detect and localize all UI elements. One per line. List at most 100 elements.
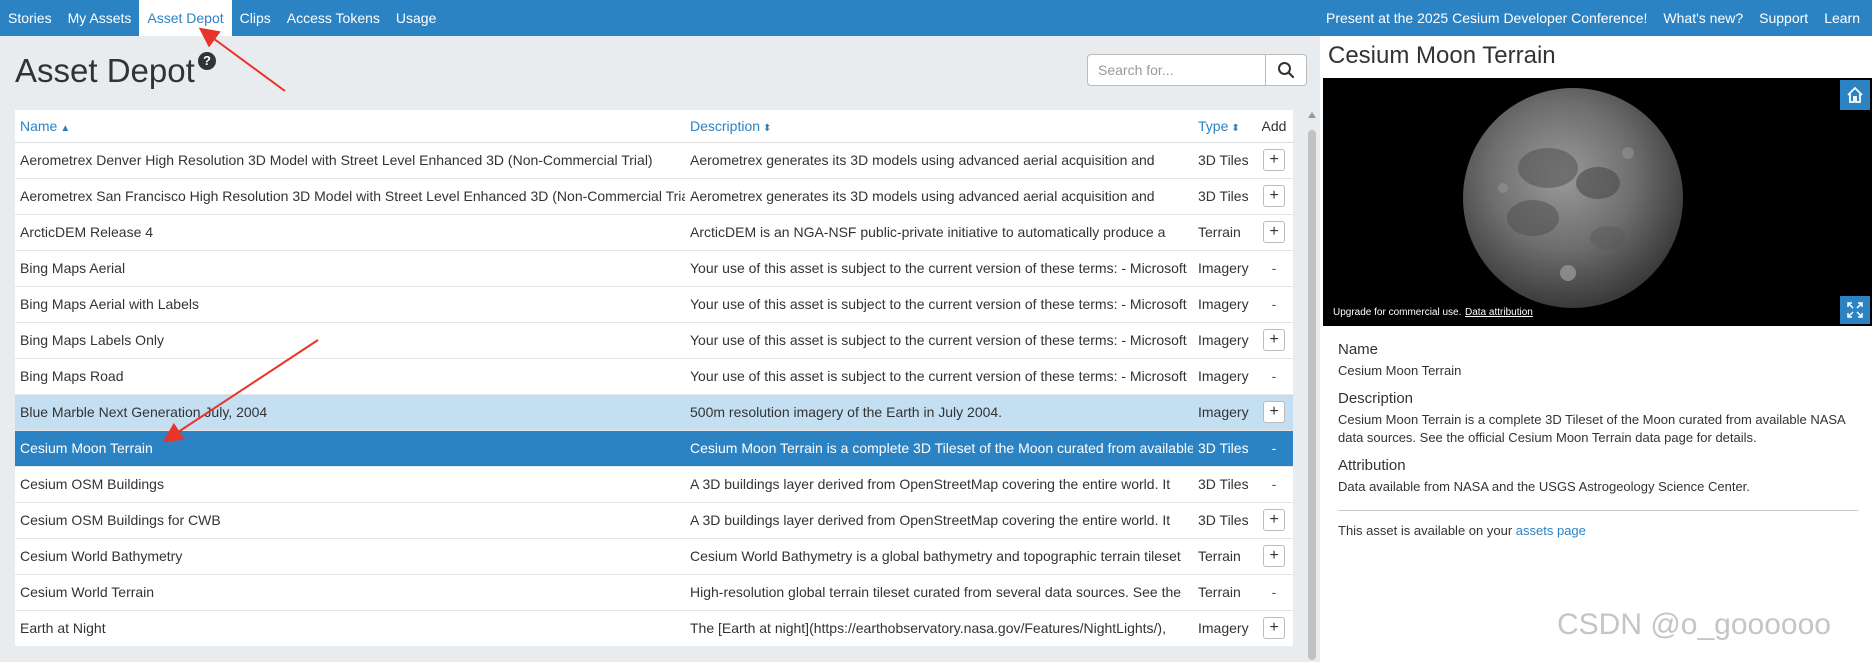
asset-description-cell: Aerometrex generates its 3D models using…: [685, 177, 1193, 214]
table-row[interactable]: ArcticDEM Release 4 ArcticDEM is an NGA-N…: [15, 213, 1293, 250]
asset-add-cell: +: [1255, 393, 1293, 430]
top-nav: Stories My Assets Asset Depot Clips Acce…: [0, 0, 1872, 36]
already-added-indicator: -: [1271, 440, 1277, 456]
table-row[interactable]: Aerometrex Denver High Resolution 3D Mod…: [15, 141, 1293, 178]
table-row[interactable]: Cesium OSM Buildings for CWB A 3D buildin…: [15, 501, 1293, 538]
asset-detail-pane: Cesium Moon Terrain Upgrade for commerci…: [1320, 36, 1872, 662]
asset-description-cell: High-resolution global terrain tileset c…: [685, 573, 1193, 610]
table-scrollbar[interactable]: [1306, 112, 1318, 662]
already-added-indicator: -: [1271, 296, 1277, 312]
description-value: Cesium Moon Terrain is a complete 3D Til…: [1338, 412, 1845, 445]
table-row[interactable]: Cesium World Terrain High-resolution glob…: [15, 573, 1293, 610]
search-button[interactable]: [1265, 54, 1307, 86]
table-row[interactable]: Bing Maps Aerial with Labels Your use of …: [15, 285, 1293, 322]
add-asset-button[interactable]: +: [1263, 221, 1285, 243]
asset-type-cell: Imagery: [1193, 357, 1255, 394]
column-header-type[interactable]: Type ⬍: [1193, 110, 1255, 143]
table-row[interactable]: Cesium Moon Terrain Cesium Moon Terrain i…: [15, 429, 1293, 466]
watermark: CSDN @o_goooooo: [1557, 608, 1831, 641]
nav-my-assets[interactable]: My Assets: [60, 0, 140, 36]
asset-description-cell: Cesium Moon Terrain is a complete 3D Til…: [685, 429, 1193, 466]
fullscreen-icon: [1847, 302, 1863, 318]
nav-clips[interactable]: Clips: [232, 0, 279, 36]
attribution-label: Attribution: [1338, 457, 1406, 474]
nav-usage[interactable]: Usage: [388, 0, 444, 36]
scroll-up-arrow-icon[interactable]: [1308, 112, 1316, 118]
add-asset-button[interactable]: +: [1263, 617, 1285, 640]
asset-type-cell: Imagery: [1193, 321, 1255, 358]
fullscreen-button[interactable]: [1840, 296, 1870, 324]
nav-asset-depot[interactable]: Asset Depot: [139, 0, 232, 36]
column-header-description[interactable]: Description ⬍: [685, 110, 1193, 143]
assets-page-link[interactable]: assets page: [1516, 523, 1586, 538]
availability-prefix: This asset is available on your: [1338, 523, 1513, 538]
asset-add-cell: +: [1255, 321, 1293, 358]
column-header-name[interactable]: Name ▲: [15, 110, 685, 143]
column-header-description-label: Description: [690, 117, 761, 134]
asset-add-cell: -: [1255, 357, 1293, 394]
nav-stories[interactable]: Stories: [0, 0, 60, 36]
asset-name-cell: Bing Maps Road: [15, 357, 685, 394]
nav-support[interactable]: Support: [1751, 0, 1816, 36]
asset-name-cell: Blue Marble Next Generation July, 2004: [15, 393, 685, 430]
asset-type-cell: Imagery: [1193, 285, 1255, 322]
table-row[interactable]: Bing Maps Aerial Your use of this asset i…: [15, 249, 1293, 286]
asset-description-cell: Your use of this asset is subject to the…: [685, 249, 1193, 286]
nav-conference-link[interactable]: Present at the 2025 Cesium Developer Con…: [1318, 0, 1655, 36]
add-asset-button[interactable]: +: [1263, 329, 1285, 351]
asset-type-cell: Imagery: [1193, 609, 1255, 646]
table-row[interactable]: Cesium OSM Buildings A 3D buildings layer…: [15, 465, 1293, 502]
sort-ascending-icon: ▲: [60, 122, 71, 134]
nav-access-tokens[interactable]: Access Tokens: [279, 0, 388, 36]
asset-add-cell: +: [1255, 501, 1293, 538]
table-row[interactable]: Bing Maps Labels Only Your use of this as…: [15, 321, 1293, 358]
asset-description-cell: Your use of this asset is subject to the…: [685, 285, 1193, 322]
asset-add-cell: +: [1255, 141, 1293, 178]
moon-preview-viewer[interactable]: Upgrade for commercial use. Data attribu…: [1323, 78, 1872, 326]
asset-add-cell: +: [1255, 609, 1293, 646]
asset-type-cell: 3D Tiles: [1193, 429, 1255, 466]
nav-learn[interactable]: Learn: [1816, 0, 1868, 36]
asset-name-cell: Bing Maps Aerial: [15, 249, 685, 286]
search-box: [1087, 54, 1307, 86]
asset-type-cell: Terrain: [1193, 573, 1255, 610]
search-input[interactable]: [1087, 54, 1265, 86]
data-attribution-link[interactable]: Data attribution: [1465, 307, 1533, 318]
table-row[interactable]: Blue Marble Next Generation July, 2004 50…: [15, 393, 1293, 430]
add-asset-button[interactable]: +: [1263, 401, 1285, 423]
asset-description-cell: A 3D buildings layer derived from OpenSt…: [685, 465, 1193, 502]
asset-name-cell: Cesium Moon Terrain: [15, 429, 685, 466]
add-asset-button[interactable]: +: [1263, 149, 1285, 171]
add-asset-button[interactable]: +: [1263, 545, 1285, 567]
attribution-value: Data available from NASA and the USGS As…: [1338, 479, 1750, 494]
asset-name-cell: Bing Maps Aerial with Labels: [15, 285, 685, 322]
asset-add-cell: -: [1255, 465, 1293, 502]
nav-right: Present at the 2025 Cesium Developer Con…: [1318, 0, 1872, 36]
table-row[interactable]: Earth at Night The [Earth at night](https…: [15, 609, 1293, 646]
add-asset-button[interactable]: +: [1263, 509, 1285, 531]
asset-name-cell: Cesium World Terrain: [15, 573, 685, 610]
home-view-button[interactable]: [1840, 80, 1870, 110]
help-icon[interactable]: ?: [198, 52, 216, 70]
page-title: Asset Depot: [15, 52, 195, 89]
add-asset-button[interactable]: +: [1263, 185, 1285, 207]
nav-whats-new[interactable]: What's new?: [1655, 0, 1751, 36]
table-row[interactable]: Cesium World Bathymetry Cesium World Bath…: [15, 537, 1293, 574]
asset-add-cell: -: [1255, 429, 1293, 466]
details-divider: [1338, 510, 1858, 511]
asset-type-cell: Terrain: [1193, 213, 1255, 250]
table-row[interactable]: Bing Maps Road Your use of this asset is …: [15, 357, 1293, 394]
asset-type-cell: 3D Tiles: [1193, 501, 1255, 538]
column-header-add: Add: [1255, 110, 1293, 143]
credit-text: Upgrade for commercial use.: [1333, 307, 1462, 318]
asset-name-cell: ArcticDEM Release 4: [15, 213, 685, 250]
table-body: Aerometrex Denver High Resolution 3D Mod…: [15, 141, 1293, 646]
asset-description-cell: Your use of this asset is subject to the…: [685, 321, 1193, 358]
asset-name-cell: Cesium OSM Buildings: [15, 465, 685, 502]
already-added-indicator: -: [1271, 368, 1277, 384]
table-row[interactable]: Aerometrex San Francisco High Resolution…: [15, 177, 1293, 214]
already-added-indicator: -: [1271, 584, 1277, 600]
asset-type-cell: Terrain: [1193, 537, 1255, 574]
scroll-thumb[interactable]: [1308, 130, 1316, 660]
moon-image: [1323, 78, 1872, 326]
